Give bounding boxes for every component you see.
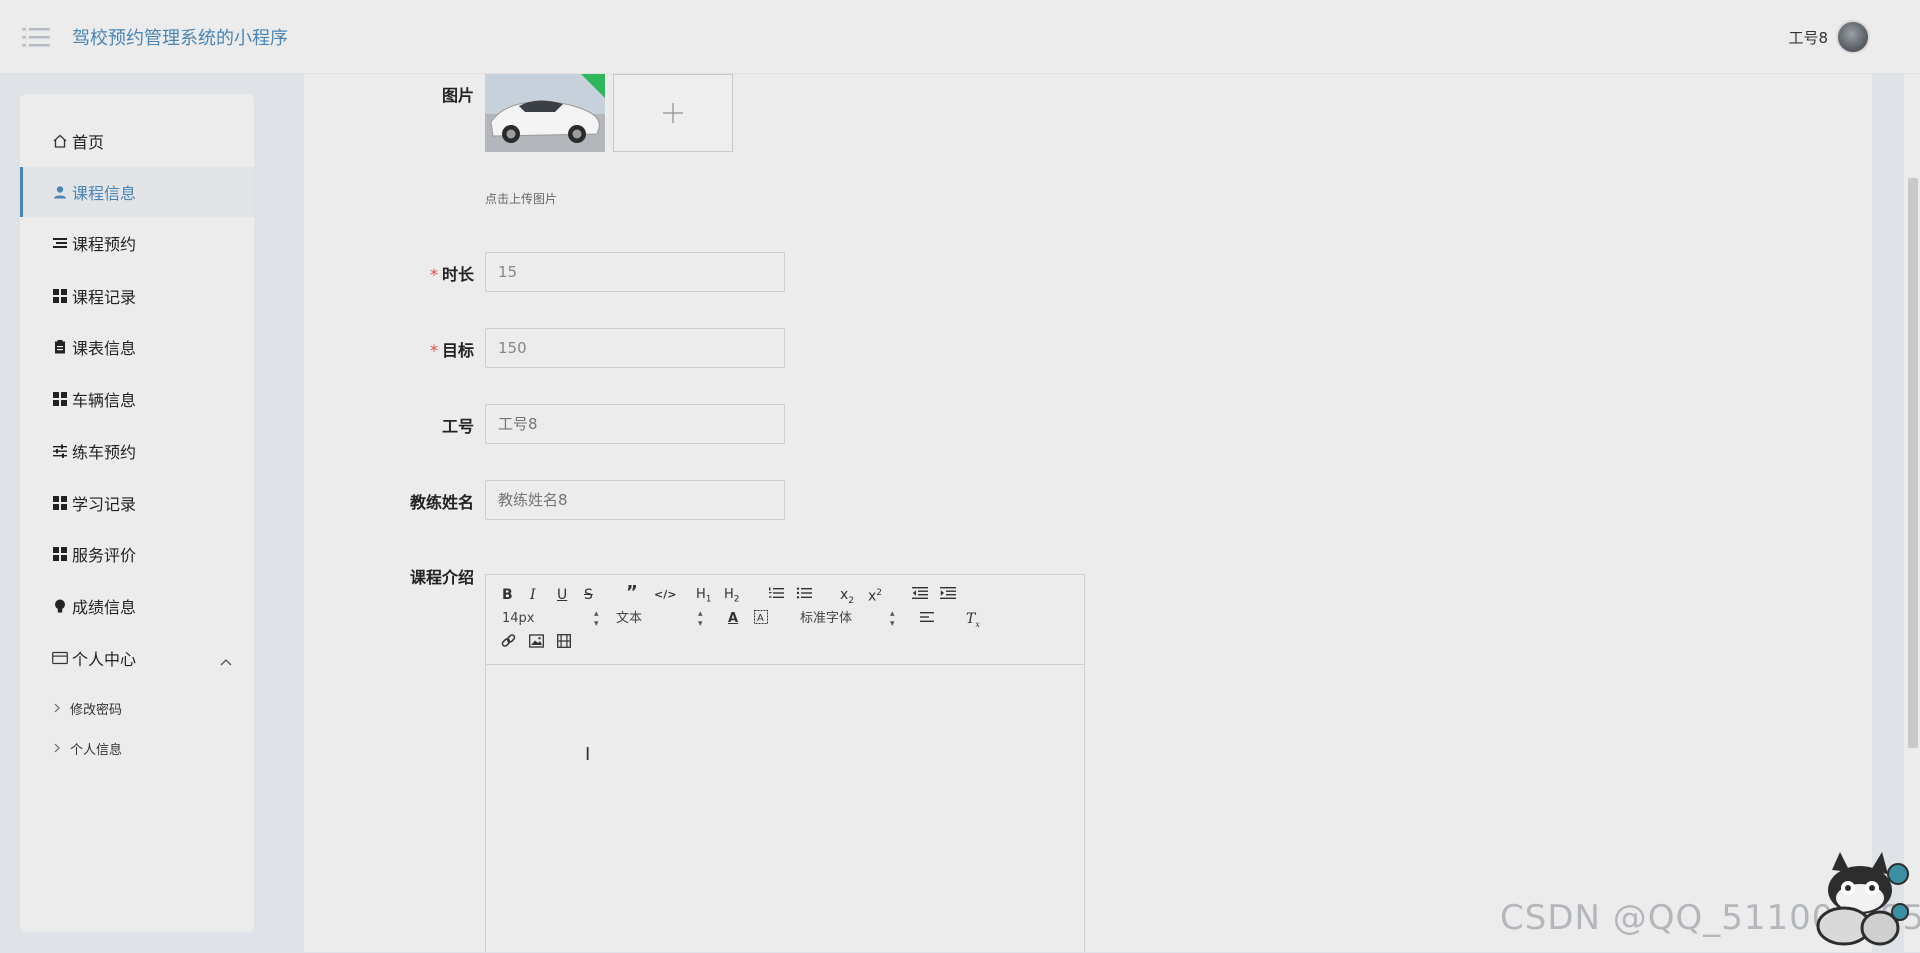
- sidebar-subitem-change-password[interactable]: 修改密码: [20, 690, 254, 726]
- grid-icon: [52, 391, 68, 407]
- target-label: * 目标: [429, 341, 474, 360]
- job-no-input[interactable]: [485, 404, 785, 444]
- sidebar-item-practice-booking[interactable]: 练车预约: [20, 426, 254, 476]
- align-icon[interactable]: [920, 610, 934, 630]
- video-icon[interactable]: [557, 634, 571, 654]
- bullet-list-icon[interactable]: [796, 586, 812, 606]
- indent-icon[interactable]: [940, 586, 956, 606]
- form-panel: 图片 点击上传图片 *时长 *目标 工号 教练姓名 课程介绍 B I: [304, 74, 1872, 952]
- sidebar-item-scores[interactable]: 成绩信息: [20, 581, 254, 631]
- sidebar-item-label: 车辆信息: [72, 391, 137, 410]
- sidebar-item-course-booking[interactable]: 课程预约: [20, 218, 254, 268]
- grid-icon: [52, 546, 68, 562]
- sidebar-item-label: 首页: [72, 133, 105, 152]
- editor-content-area[interactable]: [486, 665, 1084, 953]
- heading2-button[interactable]: H2: [724, 585, 740, 605]
- mascot-icon: [1810, 850, 1910, 948]
- sidebar-item-label: 课程信息: [72, 184, 137, 203]
- font-color-icon[interactable]: A: [728, 609, 738, 629]
- sidebar-subitem-profile[interactable]: 个人信息: [20, 730, 254, 766]
- underline-button[interactable]: U: [557, 585, 567, 605]
- sidebar-item-study-record[interactable]: 学习记录: [20, 478, 254, 528]
- avatar[interactable]: [1836, 20, 1870, 54]
- list-icon: [52, 235, 68, 251]
- background-color-icon[interactable]: A: [754, 610, 768, 630]
- bold-button[interactable]: B: [502, 585, 513, 605]
- block-type-select[interactable]: 文本 ▴ ▾: [616, 609, 703, 629]
- sliders-icon: [52, 443, 68, 459]
- editor-toolbar: B I U S ” </> H1 H2 x2 x2 14px ▴ ▾ 文本 ▴ …: [486, 575, 1084, 665]
- sidebar: 首页 课程信息 课程预约 课程记录 课表信息 车辆信息 练车预约 学习记录 服务…: [20, 94, 254, 932]
- card-icon: [52, 650, 68, 666]
- sidebar-item-schedule[interactable]: 课表信息: [20, 322, 254, 372]
- font-family-select[interactable]: 标准字体 ▴ ▾: [800, 609, 896, 629]
- sidebar-item-label: 课程记录: [72, 288, 137, 307]
- outdent-icon[interactable]: [912, 586, 928, 606]
- strike-button[interactable]: S: [584, 585, 593, 605]
- app-title: 驾校预约管理系统的小程序: [72, 28, 288, 49]
- ordered-list-icon[interactable]: [768, 586, 784, 606]
- menu-toggle-icon[interactable]: [22, 26, 50, 48]
- sidebar-subitem-label: 修改密码: [70, 702, 123, 718]
- chevron-up-icon[interactable]: [220, 651, 232, 670]
- superscript-button[interactable]: x2: [868, 583, 882, 605]
- user-icon: [52, 184, 68, 200]
- chevron-right-icon: [54, 743, 60, 753]
- course-intro-label: 课程介绍: [409, 568, 474, 587]
- chevron-right-icon: [54, 703, 60, 713]
- sidebar-item-course-record[interactable]: 课程记录: [20, 271, 254, 321]
- select-arrows-icon: ▴ ▾: [594, 609, 599, 629]
- sidebar-item-label: 服务评价: [72, 546, 137, 565]
- sidebar-item-label: 课程预约: [72, 235, 137, 254]
- image-icon[interactable]: [529, 634, 544, 654]
- scrollbar-thumb[interactable]: [1908, 178, 1918, 748]
- clear-format-icon[interactable]: Tx: [966, 609, 980, 629]
- target-input[interactable]: [485, 328, 785, 368]
- sidebar-item-service-review[interactable]: 服务评价: [20, 529, 254, 579]
- sidebar-item-label: 课表信息: [72, 339, 137, 358]
- image-label: 图片: [441, 86, 474, 105]
- heading1-button[interactable]: H1: [696, 585, 712, 605]
- coach-name-input[interactable]: [485, 480, 785, 520]
- uploaded-image-thumbnail[interactable]: [485, 74, 605, 152]
- sidebar-item-vehicle[interactable]: 车辆信息: [20, 374, 254, 424]
- bulb-icon: [52, 598, 68, 614]
- sidebar-item-label: 学习记录: [72, 495, 137, 514]
- code-block-icon[interactable]: </>: [654, 585, 676, 605]
- link-icon[interactable]: [501, 634, 516, 654]
- page-scrollbar[interactable]: [1904, 74, 1920, 952]
- select-arrows-icon: ▴ ▾: [890, 609, 895, 629]
- italic-button[interactable]: I: [530, 585, 536, 605]
- svg-text:A: A: [757, 613, 764, 624]
- sidebar-item-course-info[interactable]: 课程信息: [20, 167, 254, 217]
- font-size-select[interactable]: 14px ▴ ▾: [502, 609, 599, 629]
- sidebar-item-home[interactable]: 首页: [20, 116, 254, 166]
- user-menu[interactable]: 工号8: [1788, 20, 1870, 54]
- duration-label: * 时长: [429, 265, 474, 284]
- sidebar-item-personal-center[interactable]: 个人中心: [20, 633, 254, 683]
- job-no-label: 工号: [441, 417, 474, 436]
- home-icon: [52, 133, 68, 149]
- clipboard-icon: [52, 339, 68, 355]
- text-cursor-icon: I: [585, 744, 591, 765]
- sidebar-item-label: 成绩信息: [72, 598, 137, 617]
- plus-icon: [663, 103, 683, 123]
- upload-image-button[interactable]: [613, 74, 733, 152]
- coach-name-label: 教练姓名: [409, 493, 474, 512]
- sidebar-item-label: 练车预约: [72, 443, 137, 462]
- select-arrows-icon: ▴ ▾: [698, 609, 703, 629]
- sidebar-item-label: 个人中心: [72, 650, 137, 669]
- duration-input[interactable]: [485, 252, 785, 292]
- top-header: 驾校预约管理系统的小程序 工号8: [0, 0, 1920, 74]
- sidebar-subitem-label: 个人信息: [70, 742, 123, 758]
- rich-text-editor: B I U S ” </> H1 H2 x2 x2 14px ▴ ▾ 文本 ▴ …: [485, 574, 1085, 952]
- upload-tip: 点击上传图片: [485, 192, 558, 206]
- grid-icon: [52, 288, 68, 304]
- subscript-button[interactable]: x2: [840, 585, 854, 606]
- grid-icon: [52, 495, 68, 511]
- blockquote-icon[interactable]: ”: [626, 583, 638, 603]
- user-name[interactable]: 工号8: [1788, 27, 1828, 48]
